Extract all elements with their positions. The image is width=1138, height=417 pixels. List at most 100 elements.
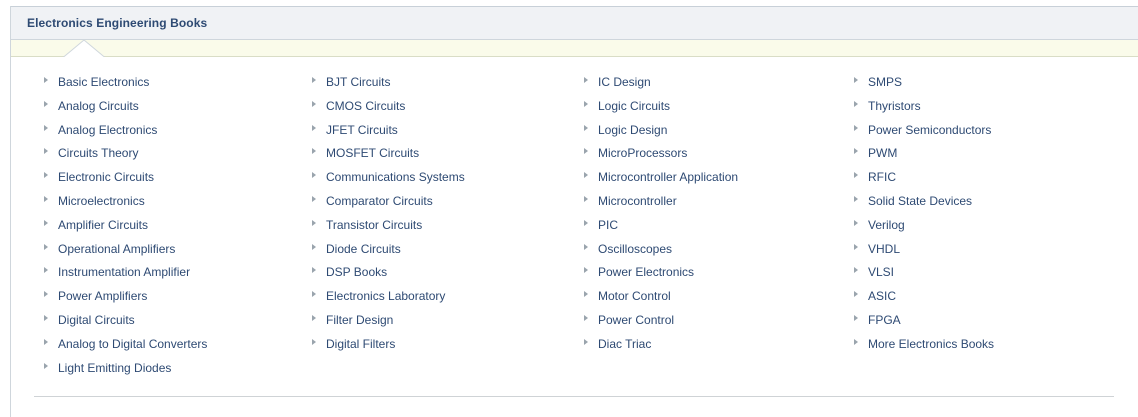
book-category-link[interactable]: VHDL — [868, 242, 900, 256]
book-category-item[interactable]: CMOS Circuits — [306, 96, 465, 120]
book-category-item[interactable]: Oscilloscopes — [578, 239, 738, 263]
book-category-link[interactable]: BJT Circuits — [326, 75, 390, 89]
book-category-item[interactable]: Diode Circuits — [306, 239, 465, 263]
bullet-arrow-icon — [854, 219, 858, 226]
book-category-item[interactable]: Communications Systems — [306, 167, 465, 191]
book-category-link[interactable]: MOSFET Circuits — [326, 146, 419, 160]
book-category-item[interactable]: Microelectronics — [38, 191, 207, 215]
book-category-link[interactable]: JFET Circuits — [326, 123, 398, 137]
book-category-link[interactable]: Basic Electronics — [58, 75, 149, 89]
book-category-link[interactable]: Solid State Devices — [868, 194, 972, 208]
book-category-item[interactable]: Power Amplifiers — [38, 286, 207, 310]
book-category-item[interactable]: Electronic Circuits — [38, 167, 207, 191]
book-category-item[interactable]: Analog Circuits — [38, 96, 207, 120]
book-category-item[interactable]: Instrumentation Amplifier — [38, 262, 207, 286]
book-category-item[interactable]: Electronics Laboratory — [306, 286, 465, 310]
book-category-item[interactable]: Diac Triac — [578, 334, 738, 358]
book-category-item[interactable]: Filter Design — [306, 310, 465, 334]
book-category-item[interactable]: Analog Electronics — [38, 120, 207, 144]
book-category-item[interactable]: Microcontroller — [578, 191, 738, 215]
book-category-link[interactable]: Thyristors — [868, 99, 921, 113]
book-category-link[interactable]: Power Amplifiers — [58, 289, 147, 303]
book-category-link[interactable]: Power Control — [598, 313, 674, 327]
book-category-item[interactable]: Logic Design — [578, 120, 738, 144]
book-category-link[interactable]: Analog to Digital Converters — [58, 337, 207, 351]
book-category-link[interactable]: Microcontroller Application — [598, 170, 738, 184]
book-category-link[interactable]: Power Semiconductors — [868, 123, 991, 137]
book-category-link[interactable]: Electronic Circuits — [58, 170, 154, 184]
book-category-link[interactable]: Instrumentation Amplifier — [58, 265, 190, 279]
book-category-link[interactable]: Light Emitting Diodes — [58, 361, 171, 375]
book-category-link[interactable]: Analog Circuits — [58, 99, 139, 113]
book-category-item[interactable]: PWM — [848, 143, 994, 167]
book-category-link[interactable]: Microcontroller — [598, 194, 677, 208]
book-category-link[interactable]: Verilog — [868, 218, 905, 232]
book-category-item[interactable]: DSP Books — [306, 262, 465, 286]
book-category-link[interactable]: ASIC — [868, 289, 896, 303]
book-category-item[interactable]: Verilog — [848, 215, 994, 239]
book-category-item[interactable]: Circuits Theory — [38, 143, 207, 167]
book-category-item[interactable]: Digital Filters — [306, 334, 465, 358]
book-category-item[interactable]: Microcontroller Application — [578, 167, 738, 191]
book-category-item[interactable]: Transistor Circuits — [306, 215, 465, 239]
book-category-link[interactable]: IC Design — [598, 75, 651, 89]
book-category-link[interactable]: Motor Control — [598, 289, 671, 303]
book-category-link[interactable]: Filter Design — [326, 313, 393, 327]
book-category-link[interactable]: Logic Design — [598, 123, 667, 137]
book-category-item[interactable]: Power Electronics — [578, 262, 738, 286]
book-category-item[interactable]: MicroProcessors — [578, 143, 738, 167]
book-category-link[interactable]: Diac Triac — [598, 337, 651, 351]
book-category-link[interactable]: Analog Electronics — [58, 123, 157, 137]
book-category-item[interactable]: Analog to Digital Converters — [38, 334, 207, 358]
book-category-link[interactable]: Electronics Laboratory — [326, 289, 445, 303]
book-category-item[interactable]: Logic Circuits — [578, 96, 738, 120]
book-category-item[interactable]: FPGA — [848, 310, 994, 334]
book-category-item[interactable]: RFIC — [848, 167, 994, 191]
book-category-item[interactable]: Power Semiconductors — [848, 120, 994, 144]
book-category-link[interactable]: VLSI — [868, 265, 894, 279]
book-category-link[interactable]: Power Electronics — [598, 265, 694, 279]
book-category-item[interactable]: Digital Circuits — [38, 310, 207, 334]
book-category-link[interactable]: DSP Books — [326, 265, 387, 279]
book-category-item[interactable]: Basic Electronics — [38, 72, 207, 96]
book-category-item[interactable]: Solid State Devices — [848, 191, 994, 215]
book-category-link[interactable]: PIC — [598, 218, 618, 232]
book-category-item[interactable]: MOSFET Circuits — [306, 143, 465, 167]
book-category-item[interactable]: BJT Circuits — [306, 72, 465, 96]
book-category-item[interactable]: Thyristors — [848, 96, 994, 120]
book-category-link[interactable]: RFIC — [868, 170, 896, 184]
book-category-link[interactable]: Oscilloscopes — [598, 242, 672, 256]
book-category-link[interactable]: Logic Circuits — [598, 99, 670, 113]
book-category-link[interactable]: Diode Circuits — [326, 242, 401, 256]
book-category-link[interactable]: MicroProcessors — [598, 146, 687, 160]
book-category-link[interactable]: FPGA — [868, 313, 901, 327]
book-category-item[interactable]: JFET Circuits — [306, 120, 465, 144]
book-category-link[interactable]: Comparator Circuits — [326, 194, 433, 208]
book-category-item[interactable]: PIC — [578, 215, 738, 239]
book-category-item[interactable]: VLSI — [848, 262, 994, 286]
book-category-link[interactable]: Operational Amplifiers — [58, 242, 175, 256]
bullet-arrow-icon — [44, 291, 48, 298]
book-category-link[interactable]: Digital Circuits — [58, 313, 135, 327]
book-category-item[interactable]: Power Control — [578, 310, 738, 334]
book-category-link[interactable]: Amplifier Circuits — [58, 218, 148, 232]
book-category-link[interactable]: SMPS — [868, 75, 902, 89]
book-category-link[interactable]: More Electronics Books — [868, 337, 994, 351]
book-category-item[interactable]: ASIC — [848, 286, 994, 310]
book-category-item[interactable]: IC Design — [578, 72, 738, 96]
book-category-link[interactable]: CMOS Circuits — [326, 99, 405, 113]
book-category-link[interactable]: Circuits Theory — [58, 146, 138, 160]
book-category-item[interactable]: Amplifier Circuits — [38, 215, 207, 239]
book-category-link[interactable]: Digital Filters — [326, 337, 395, 351]
book-category-item[interactable]: Light Emitting Diodes — [38, 358, 207, 382]
book-category-item[interactable]: Motor Control — [578, 286, 738, 310]
book-category-item[interactable]: SMPS — [848, 72, 994, 96]
book-category-item[interactable]: Operational Amplifiers — [38, 239, 207, 263]
book-category-link[interactable]: PWM — [868, 146, 897, 160]
book-category-item[interactable]: VHDL — [848, 239, 994, 263]
book-category-link[interactable]: Transistor Circuits — [326, 218, 422, 232]
book-category-item[interactable]: More Electronics Books — [848, 334, 994, 358]
book-category-link[interactable]: Microelectronics — [58, 194, 145, 208]
book-category-link[interactable]: Communications Systems — [326, 170, 465, 184]
book-category-item[interactable]: Comparator Circuits — [306, 191, 465, 215]
